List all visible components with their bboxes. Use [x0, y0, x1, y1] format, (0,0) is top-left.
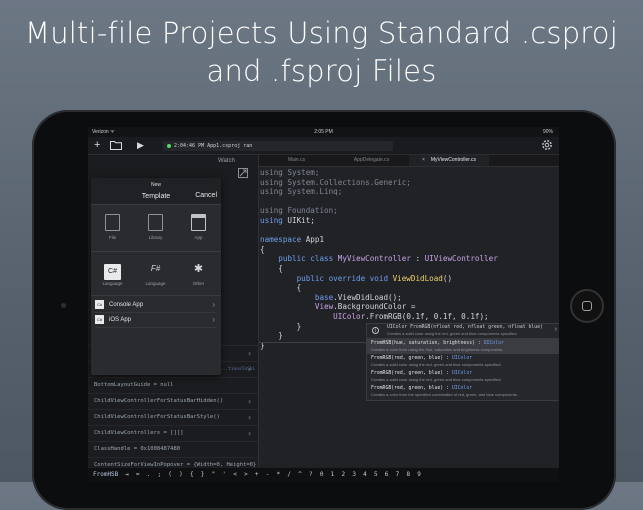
- headline-line-1: Multi-file Projects Using Standard .cspr…: [25, 16, 618, 50]
- completion-popup: i UIColor FromRGB(nfloat red, nfloat gre…: [366, 323, 559, 401]
- keyboard-accessory-bar: FromHSB ⇥ = . ; ( ) { } " ' < > + - * / …: [88, 468, 559, 482]
- chevron-right-icon: ›: [212, 315, 215, 324]
- gear-icon[interactable]: [541, 139, 553, 155]
- status-dot-icon: [167, 143, 171, 148]
- tab-main-cs[interactable]: Main.cs: [259, 155, 334, 166]
- list-item[interactable]: ChildViewControllers = [][] ›: [88, 425, 258, 441]
- editor-tabs: Main.cs AppDelegate.cs × MyViewController…: [259, 155, 559, 167]
- chevron-right-icon: ›: [247, 349, 252, 358]
- battery-level: 90%: [542, 129, 553, 135]
- popover-title: New: [150, 182, 161, 188]
- toolbar: + ▶ 2:04:46 PM App1.csproj ran: [88, 137, 559, 155]
- completion-signature: UIColor FromRGB(nfloat red, nfloat green…: [387, 325, 543, 330]
- app-icon: [177, 214, 220, 232]
- close-icon[interactable]: ×: [422, 157, 425, 163]
- language-label: Other: [192, 281, 205, 286]
- language-fsharp[interactable]: F# Language: [134, 260, 177, 286]
- chevron-right-icon: ›: [247, 429, 252, 438]
- info-icon: i: [372, 327, 379, 334]
- code-editor: Main.cs AppDelegate.cs × MyViewController…: [259, 155, 559, 467]
- chevron-right-icon: ›: [212, 300, 215, 309]
- fsharp-icon: F#: [150, 264, 161, 273]
- folder-icon[interactable]: [110, 140, 122, 155]
- template-file[interactable]: File: [91, 214, 134, 240]
- csharp-icon: C#: [104, 264, 121, 280]
- clock: 2:05 PM: [314, 129, 333, 135]
- template-label: App: [194, 235, 203, 240]
- completion-header: i UIColor FromRGB(nfloat red, nfloat gre…: [367, 324, 559, 339]
- list-item[interactable]: ClassHandle = 0x1008487480: [88, 441, 258, 457]
- tab-watch[interactable]: Watch: [218, 158, 235, 164]
- asterisk-icon: ✱: [193, 263, 204, 275]
- tab-appdelegate-cs[interactable]: AppDelegate.cs: [334, 155, 409, 166]
- template-item-label: Console App: [109, 302, 144, 308]
- chevron-right-icon: ›: [247, 365, 252, 374]
- cancel-button[interactable]: Cancel: [195, 192, 217, 199]
- divider: [91, 251, 221, 252]
- file-icon: [91, 214, 134, 232]
- list-item[interactable]: BottomLayoutGuide = null: [88, 377, 258, 393]
- popover-header: New Template Cancel: [91, 178, 221, 205]
- chevron-right-icon: ›: [247, 413, 252, 422]
- template-type-row: File Library App: [91, 214, 221, 254]
- completion-item[interactable]: FromRGB(red, green, blue) : UIColor Crea…: [367, 369, 559, 384]
- chevron-right-icon: ›: [247, 397, 252, 406]
- home-button[interactable]: [570, 289, 604, 323]
- run-status: 2:04:46 PM App1.csproj ran: [163, 141, 393, 151]
- template-library[interactable]: Library: [134, 214, 177, 240]
- template-label: Library: [148, 235, 163, 240]
- tab-myviewcontroller-cs[interactable]: × MyViewController.cs: [409, 155, 489, 166]
- new-template-popover: New Template Cancel File Library App C# …: [91, 178, 221, 375]
- template-console-app[interactable]: C# Console App ›: [95, 298, 217, 313]
- completion-item[interactable]: FromRGB(red, green, blue) : UIColor Crea…: [367, 354, 559, 369]
- completion-item[interactable]: FromHSB(hue, saturation, brightness) : U…: [367, 339, 559, 354]
- add-icon[interactable]: +: [94, 138, 100, 153]
- expand-icon[interactable]: [238, 168, 248, 178]
- language-csharp[interactable]: C# Language: [91, 260, 134, 286]
- tab-label: MyViewController.cs: [430, 157, 477, 163]
- run-status-text: 2:04:46 PM App1.csproj ran: [174, 143, 253, 149]
- camera-dot: [61, 303, 66, 308]
- completion-item[interactable]: FromRGB(red, green, blue) : UIColor Crea…: [367, 384, 559, 399]
- status-bar: Verizon ᯤ 2:05 PM 90%: [88, 127, 559, 137]
- csharp-icon: C#: [95, 314, 104, 324]
- template-label: File: [108, 235, 117, 240]
- completion-description: Creates a solid color using the red, gre…: [387, 331, 518, 336]
- library-icon: [134, 214, 177, 232]
- chevron-right-icon[interactable]: ›: [555, 326, 557, 333]
- language-label: Language: [102, 281, 123, 286]
- language-row: C# Language F# Language ✱ Other: [91, 260, 221, 300]
- csharp-icon: C#: [95, 299, 104, 309]
- divider: [91, 295, 221, 296]
- template-app[interactable]: App: [177, 214, 220, 240]
- symbol-keys[interactable]: ⇥ = . ; ( ) { } " ' < > + - * / ^ ? 0 1 …: [125, 468, 421, 482]
- run-icon[interactable]: ▶: [137, 138, 144, 153]
- marketing-headline: Multi-file Projects Using Standard .cspr…: [0, 14, 643, 90]
- headline-line-2: and .fsproj Files: [206, 54, 437, 88]
- list-item[interactable]: ChildViewControllerForStatusBarStyle() ›: [88, 409, 258, 425]
- template-ios-app[interactable]: C# iOS App ›: [95, 313, 217, 328]
- current-completion-key[interactable]: FromHSB: [93, 468, 118, 482]
- list-item[interactable]: ChildViewControllerForStatusBarHidden() ›: [88, 393, 258, 409]
- template-item-label: iOS App: [109, 317, 132, 323]
- language-other[interactable]: ✱ Other: [177, 260, 220, 286]
- ipad-screen: Verizon ᯤ 2:05 PM 90% + ▶ 2:04:46 PM App…: [88, 127, 559, 482]
- watch-sidebar: Watch ...tionsToShi › › BottomLayoutGuid…: [88, 155, 259, 468]
- language-label: Language: [145, 281, 166, 286]
